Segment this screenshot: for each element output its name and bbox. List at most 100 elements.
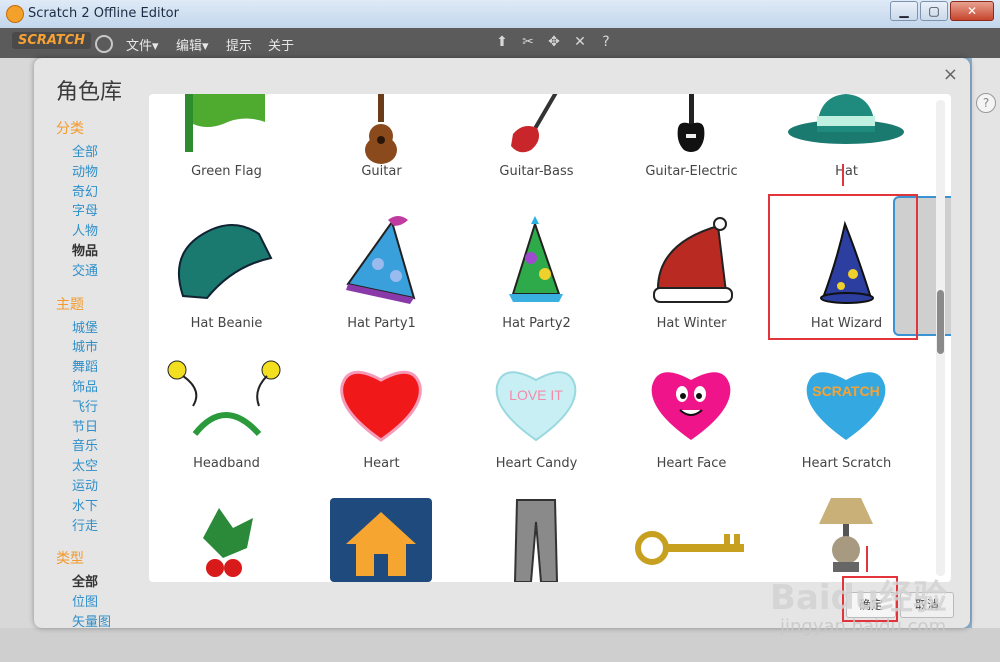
theme-holiday[interactable]: 节日 [72,418,146,438]
window-titlebar: Scratch 2 Offline Editor ▁ ▢ ✕ [0,0,1000,29]
menu-file[interactable]: 文件▾ [126,35,159,54]
theme-castle[interactable]: 城堡 [72,319,146,339]
shrink-icon[interactable]: ✕ [572,34,588,50]
svg-text:SCRATCH: SCRATCH [812,383,879,399]
theme-music[interactable]: 音乐 [72,437,146,457]
party-hat-blue-icon [346,216,416,304]
key-icon [635,531,744,565]
electric-guitar-icon [677,94,705,152]
theme-space[interactable]: 太空 [72,457,146,477]
sprite-label: Hat Party2 [502,316,571,331]
winter-hat-icon [653,217,733,303]
watermark-logo: Baidu经验 [770,578,948,618]
home-icon [330,498,432,582]
watermark-url: jingyan.baidu.com [780,616,947,637]
sprite-label: Guitar-Bass [499,164,574,179]
holly-icon [203,508,253,577]
category-animals[interactable]: 动物 [72,163,146,183]
category-letters[interactable]: 字母 [72,202,146,222]
maximize-button[interactable]: ▢ [920,1,948,21]
hat-beanie-icon [178,224,273,300]
annotation-ok-arrow [866,546,868,572]
sprite-hat-beanie[interactable]: Hat Beanie [149,214,304,354]
minimize-button[interactable]: ▁ [890,1,918,21]
theme-dress-up[interactable]: 饰品 [72,378,146,398]
sprite-hat-party1[interactable]: Hat Party1 [304,214,459,354]
sprite-home-button[interactable] [304,498,459,582]
sprite-label: Heart Face [656,456,727,471]
sprite-guitar[interactable]: Guitar [304,94,459,224]
category-heading: 分类 [56,121,84,137]
sprite-heart-face[interactable]: Heart Face [614,356,769,496]
sprite-label: Heart [363,456,400,471]
type-heading: 类型 [56,551,84,568]
scripts-area-background [972,58,1000,662]
help-icon[interactable]: ? [598,34,614,50]
theme-dance[interactable]: 舞蹈 [72,358,146,378]
annotation-highlight-box [768,194,918,340]
menubar: SCRATCH 文件▾ 编辑▾ 提示 关于 ⬆ ✂ ✥ ✕ ? [0,28,1000,58]
scratch-cat-icon [6,5,24,23]
heart-face-icon [651,372,731,440]
heart-candy-icon: LOVE IT [495,371,577,442]
category-transportation[interactable]: 交通 [72,262,146,282]
category-fantasy[interactable]: 奇幻 [72,183,146,203]
duplicate-icon[interactable]: ⬆ [494,34,510,50]
globe-icon[interactable] [95,35,113,53]
category-people[interactable]: 人物 [72,222,146,242]
jeans-icon [513,499,559,582]
menu-edit[interactable]: 编辑▾ [176,35,209,54]
theme-flying[interactable]: 飞行 [72,398,146,418]
dialog-close-icon[interactable]: × [943,64,958,85]
sprite-label: Hat Winter [656,316,727,331]
scrollbar-thumb[interactable] [937,290,944,354]
sprite-label: Heart Scratch [801,456,892,471]
sprite-green-flag[interactable]: Green Flag [149,94,304,224]
library-sidebar: 分类 全部 动物 奇幻 字母 人物 物品 交通 主题 城堡 城市 舞蹈 饰品 飞… [56,118,146,645]
sprite-guitar-electric[interactable]: Guitar-Electric [614,94,769,224]
headband-icon [167,360,281,437]
heart-scratch-icon: SCRATCH [806,372,886,440]
sprite-label: Hat Beanie [190,316,263,331]
party-hat-green-icon [509,216,563,302]
sprite-label: Hat [835,164,858,179]
sprite-jeans[interactable] [459,498,614,582]
type-all[interactable]: 全部 [72,573,146,593]
scratch-logo[interactable]: SCRATCH [12,32,92,49]
type-vector[interactable]: 矢量图 [72,613,146,633]
sprite-guitar-bass[interactable]: Guitar-Bass [459,94,614,224]
sprite-headband[interactable]: Headband [149,356,304,496]
sprite-hat-party2[interactable]: Hat Party2 [459,214,614,354]
menu-about[interactable]: 关于 [268,35,294,54]
category-all[interactable]: 全部 [72,143,146,163]
theme-city[interactable]: 城市 [72,338,146,358]
sprite-grid-scrollbar[interactable] [936,100,945,576]
theme-underwater[interactable]: 水下 [72,497,146,517]
theme-sports[interactable]: 运动 [72,477,146,497]
bass-guitar-icon [511,94,558,153]
heart-icon [340,370,422,442]
sprite-heart[interactable]: Heart [304,356,459,496]
sprite-heart-scratch[interactable]: SCRATCH Heart Scratch [769,356,924,496]
dialog-title: 角色库 [56,80,123,105]
hat-icon [788,94,904,144]
sprite-label: Headband [193,456,260,471]
help-icon[interactable]: ? [976,93,996,113]
svg-text:LOVE IT: LOVE IT [509,387,563,403]
cut-icon[interactable]: ✂ [520,34,536,50]
sprite-library-dialog: 角色库 × 分类 全部 动物 奇幻 字母 人物 物品 交通 主题 城堡 城市 舞… [34,58,970,630]
theme-walking[interactable]: 行走 [72,517,146,537]
close-window-button[interactable]: ✕ [950,1,994,21]
category-things[interactable]: 物品 [72,242,146,262]
sprite-hat-winter[interactable]: Hat Winter [614,214,769,354]
sprite-label: Guitar-Electric [645,164,738,179]
sprite-label: Guitar [361,164,402,179]
sprite-key[interactable] [614,498,769,582]
type-bitmap[interactable]: 位图 [72,593,146,613]
annotation-arrow [842,164,844,186]
sprite-holly[interactable] [149,498,304,582]
menu-tips[interactable]: 提示 [226,35,252,54]
sprite-heart-candy[interactable]: LOVE IT Heart Candy [459,356,614,496]
grow-icon[interactable]: ✥ [546,34,562,50]
sprite-label: Green Flag [191,164,262,179]
